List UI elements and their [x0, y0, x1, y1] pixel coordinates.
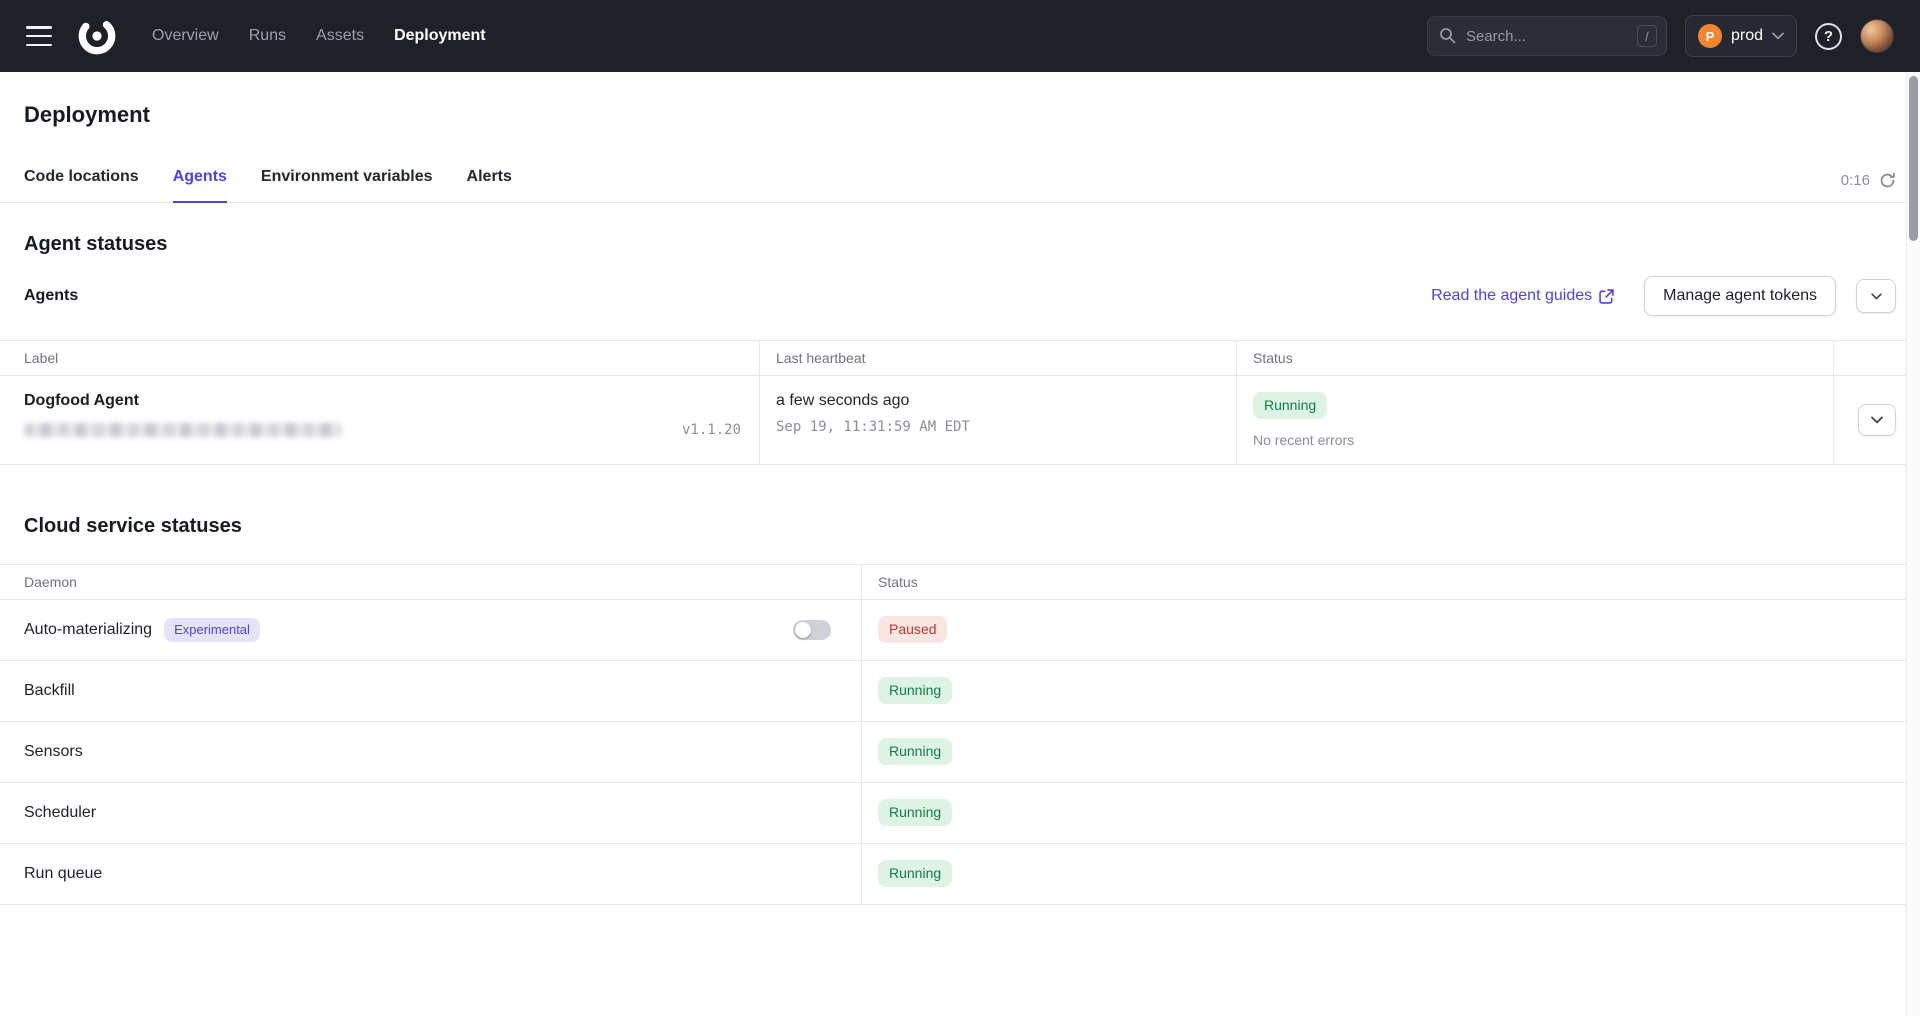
scrollbar[interactable] [1906, 72, 1920, 1016]
daemon-name: Auto-materializing [24, 621, 152, 639]
page-header: Deployment [0, 72, 1920, 128]
nav-item-runs[interactable]: Runs [249, 27, 286, 45]
tab-environment-variables[interactable]: Environment variables [261, 162, 433, 202]
agent-label-cell: Dogfood Agent v1.1.20 [0, 376, 759, 464]
auto-materializing-toggle[interactable] [793, 620, 831, 640]
daemon-cell: Backfill [0, 661, 861, 721]
daemon-cell: Run queue [0, 844, 861, 904]
agents-table-header: Label Last heartbeat Status [0, 341, 1920, 376]
column-header-daemon: Daemon [0, 565, 861, 599]
daemon-row-scheduler: Scheduler Running [0, 783, 1920, 844]
cloud-service-statuses-heading: Cloud service statuses [0, 515, 1920, 538]
agent-guides-link[interactable]: Read the agent guides [1431, 287, 1614, 305]
agent-guides-link-label: Read the agent guides [1431, 287, 1592, 305]
agents-subheading: Agents [24, 287, 78, 305]
daemon-status-badge: Running [878, 799, 952, 826]
daemon-status-badge: Paused [878, 616, 947, 643]
dagster-logo[interactable] [74, 13, 120, 59]
daemon-status-cell: Running [861, 661, 1920, 721]
daemon-name: Run queue [24, 865, 102, 883]
daemon-cell: Scheduler [0, 783, 861, 843]
column-header-daemon-status: Status [861, 565, 1920, 599]
external-link-icon [1599, 289, 1614, 304]
toggle-knob [795, 622, 811, 638]
search-input[interactable] [1427, 16, 1667, 56]
agent-id-redacted [24, 423, 342, 437]
daemon-name: Sensors [24, 743, 83, 761]
tab-agents[interactable]: Agents [173, 162, 227, 202]
agent-row: Dogfood Agent v1.1.20 a few seconds ago … [0, 376, 1920, 465]
search-box: / [1427, 16, 1667, 56]
column-header-status: Status [1236, 341, 1833, 375]
agent-name: Dogfood Agent [24, 392, 743, 410]
deployment-switcher[interactable]: P prod [1685, 15, 1797, 57]
daemon-status-badge: Running [878, 677, 952, 704]
agent-statuses-heading: Agent statuses [0, 233, 1920, 256]
agent-status-badge: Running [1253, 392, 1327, 419]
manage-agent-tokens-button[interactable]: Manage agent tokens [1644, 276, 1836, 316]
nav-item-overview[interactable]: Overview [152, 27, 219, 45]
daemon-status-cell: Paused [861, 600, 1920, 660]
help-icon[interactable] [1815, 23, 1842, 50]
heartbeat-timestamp: Sep 19, 11:31:59 AM EDT [776, 419, 1220, 435]
daemon-status-cell: Running [861, 844, 1920, 904]
column-header-last-heartbeat: Last heartbeat [759, 341, 1236, 375]
user-avatar[interactable] [1860, 19, 1894, 53]
experimental-badge: Experimental [164, 618, 260, 642]
tab-alerts[interactable]: Alerts [467, 162, 512, 202]
nav-item-assets[interactable]: Assets [316, 27, 364, 45]
search-shortcut-key: / [1637, 25, 1657, 47]
page-title: Deployment [24, 102, 1896, 128]
tab-bar: Code locations Agents Environment variab… [0, 162, 1920, 203]
chevron-down-icon [1772, 32, 1784, 40]
agent-status-detail: No recent errors [1253, 432, 1817, 448]
cloud-services-table: Daemon Status Auto-materializing Experim… [0, 564, 1920, 905]
search-icon [1439, 27, 1456, 44]
dagster-logo-icon [76, 15, 118, 57]
app-window: Overview Runs Assets Deployment / P prod [0, 0, 1920, 1016]
caret-down-icon [1871, 293, 1882, 300]
daemon-cell: Sensors [0, 722, 861, 782]
agents-table: Label Last heartbeat Status Dogfood Agen… [0, 340, 1920, 465]
refresh-timer: 0:16 [1841, 172, 1870, 189]
daemon-status-badge: Running [878, 860, 952, 887]
tab-code-locations[interactable]: Code locations [24, 162, 139, 202]
daemon-name: Scheduler [24, 804, 96, 822]
heartbeat-relative: a few seconds ago [776, 392, 1220, 410]
agent-tokens-menu-button[interactable] [1856, 279, 1896, 313]
nav-item-deployment[interactable]: Deployment [394, 27, 486, 45]
daemon-row-backfill: Backfill Running [0, 661, 1920, 722]
top-navbar: Overview Runs Assets Deployment / P prod [0, 0, 1920, 72]
daemon-row-auto-materializing: Auto-materializing Experimental Paused [0, 600, 1920, 661]
daemon-row-run-queue: Run queue Running [0, 844, 1920, 905]
agent-status-cell: Running No recent errors [1236, 376, 1833, 464]
daemon-name: Backfill [24, 682, 75, 700]
daemon-status-cell: Running [861, 722, 1920, 782]
daemon-cell: Auto-materializing Experimental [0, 600, 861, 660]
daemon-row-sensors: Sensors Running [0, 722, 1920, 783]
agents-toolbar: Agents Read the agent guides Manage agen… [0, 276, 1920, 316]
expand-agent-row-button[interactable] [1858, 404, 1896, 436]
daemon-status-badge: Running [878, 738, 952, 765]
chevron-down-icon [1871, 416, 1883, 424]
agent-version: v1.1.20 [682, 422, 741, 438]
agent-heartbeat-cell: a few seconds ago Sep 19, 11:31:59 AM ED… [759, 376, 1236, 464]
daemon-status-cell: Running [861, 783, 1920, 843]
column-header-label: Label [0, 341, 759, 375]
menu-icon[interactable] [26, 26, 52, 46]
scrollbar-thumb[interactable] [1909, 76, 1918, 241]
refresh-group: 0:16 [1841, 162, 1896, 189]
primary-nav: Overview Runs Assets Deployment [152, 27, 486, 45]
agents-toolbar-actions: Read the agent guides Manage agent token… [1431, 276, 1896, 316]
deployment-switcher-label: prod [1731, 27, 1763, 45]
deployment-avatar: P [1698, 24, 1722, 48]
cloud-table-header: Daemon Status [0, 565, 1920, 600]
refresh-icon[interactable] [1879, 172, 1896, 189]
topnav-right-group: / P prod [1427, 15, 1894, 57]
